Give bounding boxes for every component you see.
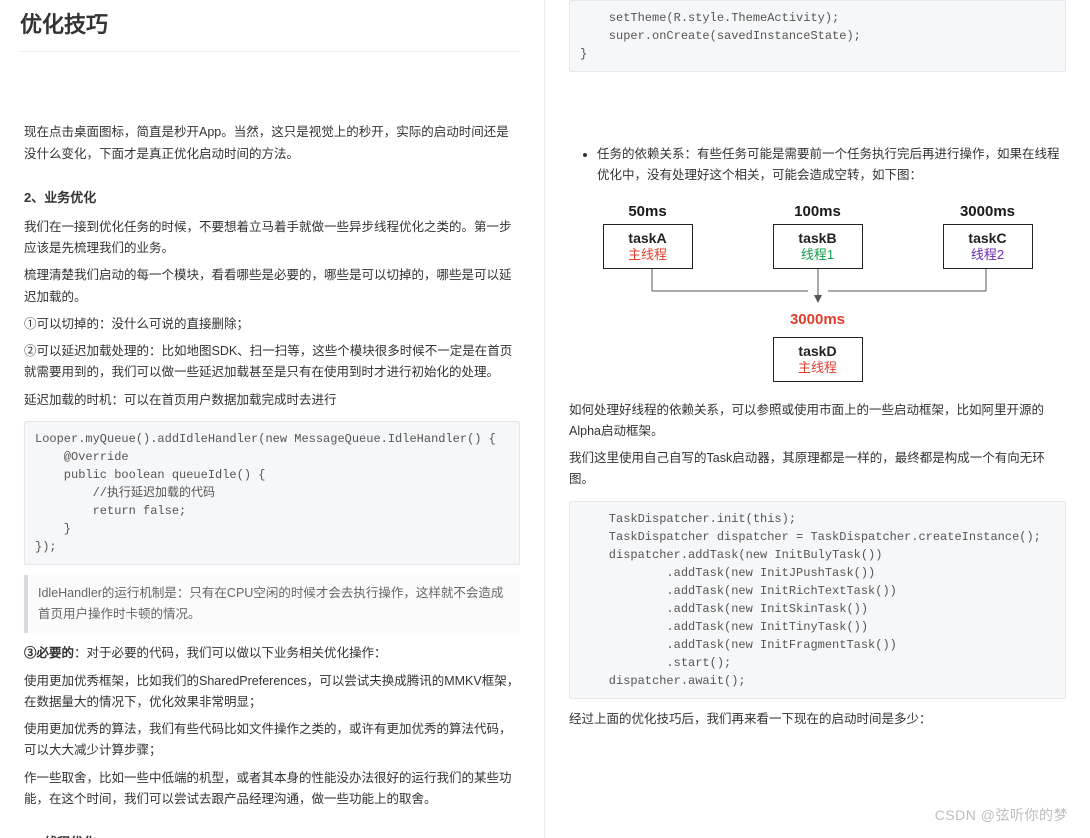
conclusion-paragraph: 经过上面的优化技巧后，我们再来看一下现在的启动时间是多少：: [569, 709, 1066, 730]
section-2-required: ③必要的：对于必要的代码，我们可以做以下业务相关优化操作：: [24, 643, 520, 664]
dependency-point: 任务的依赖关系：有些任务可能是需要前一个任务执行完后再进行操作，如果在线程优化中…: [597, 144, 1066, 187]
intro-text: 现在点击桌面图标，简直是秒开App。当然，这只是视觉上的秒开，实际的启动时间还是…: [24, 122, 520, 165]
section-2-item3: 延迟加载的时机：可以在首页用户数据加载完成时去进行: [24, 390, 520, 411]
opt-algorithm: 使用更加优秀的算法，我们有些代码比如文件操作之类的，或许有更加优秀的算法代码，可…: [24, 719, 520, 762]
task-a-name: taskA: [606, 229, 690, 247]
task-d-thread: 主线程: [776, 360, 860, 377]
arrow-row: [608, 269, 1028, 301]
opt-framework: 使用更加优秀框架，比如我们的SharedPreferences，可以尝试夫换成腾…: [24, 671, 520, 714]
code-idlehandler: Looper.myQueue().addIdleHandler(new Mess…: [24, 421, 520, 565]
task-a-box: taskA 主线程: [603, 224, 693, 269]
watermark: CSDN @弦听你的梦: [935, 804, 1068, 828]
opt-tradeoff: 作一些取舍，比如一些中低端的机型，或者其本身的性能没办法很好的运行我们的某些功能…: [24, 768, 520, 811]
task-c-thread: 线程2: [946, 247, 1030, 264]
dependency-list: 任务的依赖关系：有些任务可能是需要前一个任务执行完后再进行操作，如果在线程优化中…: [569, 144, 1066, 187]
section-2-p1: 我们在一接到优化任务的时候，不要想着立马着手就做一些异步线程优化之类的。第一步应…: [24, 217, 520, 260]
section-2-item2: ②可以延迟加载处理的：比如地图SDK、扫一扫等，这些个模块很多时候不一定是在首页…: [24, 341, 520, 384]
task-d-box: taskD 主线程: [773, 337, 863, 382]
task-a-time: 50ms: [603, 199, 693, 225]
required-label: ③必要的: [24, 646, 74, 660]
task-d-name: taskD: [776, 342, 860, 360]
task-c-time: 3000ms: [943, 199, 1033, 225]
task-c-box: taskC 线程2: [943, 224, 1033, 269]
section-2-item1: ①可以切掉的：没什么可说的直接删除；: [24, 314, 520, 335]
section-3-title: 3、线程优化: [24, 832, 520, 838]
section-2-p2: 梳理清楚我们启动的每一个模块，看看哪些是必要的，哪些是可以切掉的，哪些是可以延迟…: [24, 265, 520, 308]
task-d-time: 3000ms: [790, 307, 845, 333]
task-a-thread: 主线程: [606, 247, 690, 264]
task-b-thread: 线程1: [776, 247, 860, 264]
right-column: setTheme(R.style.ThemeActivity); super.o…: [545, 0, 1090, 838]
task-b-box: taskB 线程1: [773, 224, 863, 269]
task-b-name: taskB: [776, 229, 860, 247]
code-oncreate: setTheme(R.style.ThemeActivity); super.o…: [569, 0, 1066, 72]
note-idlehandler: IdleHandler的运行机制是：只有在CPU空闲的时候才会去执行操作，这样就…: [24, 575, 520, 634]
task-b-time: 100ms: [773, 199, 863, 225]
solution-paragraph-1: 如何处理好线程的依赖关系，可以参照或使用市面上的一些启动框架，比如阿里开源的Al…: [569, 400, 1066, 443]
left-column: 优化技巧 现在点击桌面图标，简直是秒开App。当然，这只是视觉上的秒开，实际的启…: [0, 0, 545, 838]
section-2-title: 2、业务优化: [24, 187, 520, 209]
task-diagram: 50ms 100ms 3000ms taskA 主线程 taskB 线程1 ta…: [569, 199, 1066, 382]
page-title: 优化技巧: [20, 6, 520, 52]
required-rest: ：对于必要的代码，我们可以做以下业务相关优化操作：: [74, 646, 387, 660]
solution-paragraph-2: 我们这里使用自己自写的Task启动器，其原理都是一样的，最终都是构成一个有向无环…: [569, 448, 1066, 491]
code-dispatcher: TaskDispatcher.init(this); TaskDispatche…: [569, 501, 1066, 699]
task-c-name: taskC: [946, 229, 1030, 247]
